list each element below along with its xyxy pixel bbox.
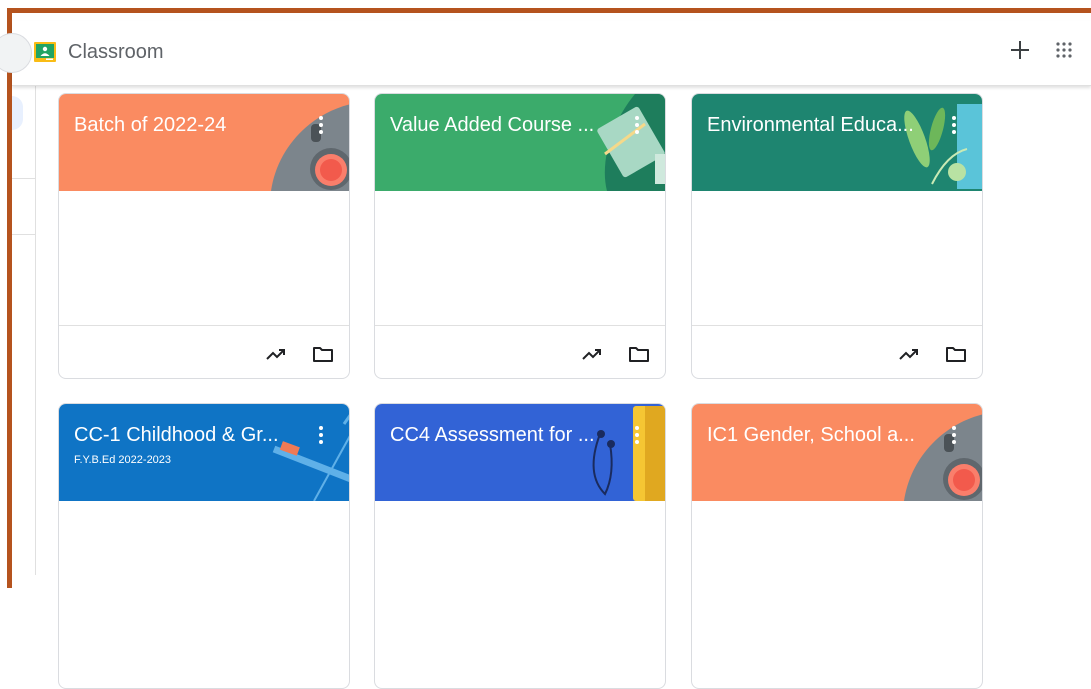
more-vert-icon[interactable]	[948, 114, 960, 136]
folder-icon[interactable]	[311, 342, 335, 366]
class-card-title[interactable]: Batch of 2022-24	[74, 114, 294, 137]
banner-illustration-icon	[904, 414, 982, 501]
main-menu-button[interactable]	[0, 33, 32, 73]
banner-illustration-icon	[592, 406, 665, 501]
app-title: Classroom	[68, 41, 164, 63]
plus-icon	[1011, 41, 1029, 59]
banner-illustration-icon	[904, 104, 982, 189]
class-card-banner[interactable]: CC-1 Childhood & Gr... F.Y.B.Ed 2022-202…	[59, 404, 349, 501]
folder-icon[interactable]	[627, 342, 651, 366]
trending-up-icon[interactable]	[264, 342, 288, 366]
sidebar-divider	[12, 234, 35, 235]
more-vert-icon[interactable]	[315, 424, 327, 446]
class-card-environmental-education[interactable]: Environmental Educa...	[691, 93, 983, 379]
folder-icon[interactable]	[944, 342, 968, 366]
class-card-banner[interactable]: CC4 Assessment for ...	[375, 404, 665, 501]
banner-illustration-icon	[597, 94, 665, 191]
create-join-class-button[interactable]	[1005, 35, 1035, 65]
class-card-title[interactable]: CC-1 Childhood & Gr...	[74, 424, 294, 447]
apps-grid-icon	[1056, 42, 1072, 58]
class-card-banner[interactable]: Environmental Educa...	[692, 94, 982, 191]
class-card-section: F.Y.B.Ed 2022-2023	[74, 454, 172, 466]
top-app-bar: Classroom	[0, 21, 1091, 86]
sidebar-active-item[interactable]	[12, 96, 23, 130]
trending-up-icon[interactable]	[580, 342, 604, 366]
trending-up-icon[interactable]	[897, 342, 921, 366]
banner-illustration-icon	[271, 104, 349, 191]
class-card-footer	[375, 325, 665, 378]
class-card-banner[interactable]: IC1 Gender, School a...	[692, 404, 982, 501]
class-card-cc4-assessment[interactable]: CC4 Assessment for ...	[374, 403, 666, 689]
more-vert-icon[interactable]	[315, 114, 327, 136]
class-card-footer	[59, 325, 349, 378]
class-card-banner[interactable]: Value Added Course ...	[375, 94, 665, 191]
class-card-footer	[692, 325, 982, 378]
class-card-title[interactable]: IC1 Gender, School a...	[707, 424, 927, 447]
banner-illustration-icon	[272, 414, 349, 501]
more-vert-icon[interactable]	[631, 114, 643, 136]
class-card-ic1-gender-school[interactable]: IC1 Gender, School a...	[691, 403, 983, 689]
class-card-banner[interactable]: Batch of 2022-24	[59, 94, 349, 191]
class-card-batch-2022-24[interactable]: Batch of 2022-24	[58, 93, 350, 379]
more-vert-icon[interactable]	[631, 424, 643, 446]
class-card-title[interactable]: Environmental Educa...	[707, 114, 927, 137]
classroom-logo-icon	[34, 42, 56, 62]
sidebar-divider	[12, 178, 35, 179]
sidebar	[12, 86, 36, 575]
class-card-value-added-course[interactable]: Value Added Course ...	[374, 93, 666, 379]
class-card-title[interactable]: Value Added Course ...	[390, 114, 610, 137]
more-vert-icon[interactable]	[948, 424, 960, 446]
class-card-cc1-childhood[interactable]: CC-1 Childhood & Gr... F.Y.B.Ed 2022-202…	[58, 403, 350, 689]
class-card-title[interactable]: CC4 Assessment for ...	[390, 424, 610, 447]
google-apps-button[interactable]	[1052, 38, 1076, 62]
